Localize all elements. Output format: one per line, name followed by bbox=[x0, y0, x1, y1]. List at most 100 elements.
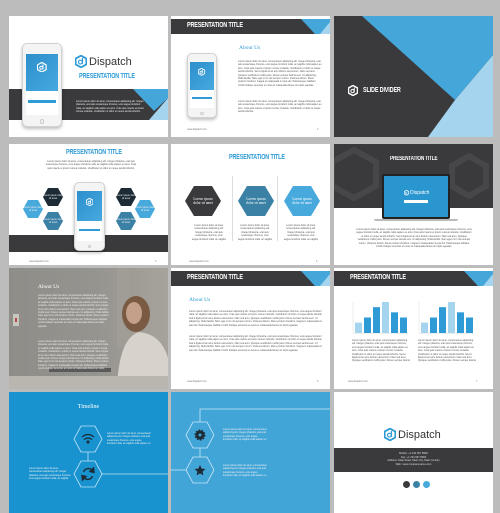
page-number: 6 bbox=[317, 380, 319, 383]
dispatch-logo-icon bbox=[37, 61, 47, 73]
color-dot-blue bbox=[423, 481, 430, 488]
laptop-base bbox=[374, 219, 458, 221]
page-number: 7 bbox=[476, 380, 478, 383]
bar bbox=[382, 302, 389, 333]
phone-login-area bbox=[77, 221, 102, 241]
bar bbox=[448, 302, 455, 333]
dispatch-logo-icon bbox=[198, 67, 206, 76]
bar bbox=[439, 307, 446, 333]
paragraph: Lorem ipsum dolor sit amet, consectetuer… bbox=[238, 100, 322, 114]
slide-header-title: PRESENTATION TITLE bbox=[350, 274, 406, 281]
slide-title[interactable]: Dispatch PRESENTATION TITLE Lorem ipsum … bbox=[9, 16, 168, 137]
header-accent bbox=[464, 271, 493, 286]
presentation-title: PRESENTATION TITLE bbox=[229, 154, 285, 161]
paragraph: Lorem ipsum dolor sit amet, consectetuer… bbox=[352, 339, 410, 363]
laptop-mockup: Dispatch bbox=[382, 174, 450, 219]
slide-timeline[interactable]: Timeline Lorem ipsum dolor sit amet, con… bbox=[9, 392, 168, 513]
hexagon: Lorem ipsum dolor sit amet bbox=[135, 200, 155, 218]
phone-login-area bbox=[26, 90, 58, 115]
color-dot-teal bbox=[413, 481, 420, 488]
hexagon: Lorem ipsum dolor sit amet bbox=[116, 188, 136, 206]
presentation-title: PRESENTATION TITLE bbox=[390, 156, 438, 162]
page-number: 4 bbox=[316, 260, 318, 263]
slide-about-phone[interactable]: PRESENTATION TITLE About Us Lorem ipsum … bbox=[171, 16, 330, 137]
screen-input-bar bbox=[404, 200, 428, 203]
gear-icon bbox=[194, 429, 206, 441]
timeline-graphic bbox=[73, 425, 168, 488]
slide-laptop[interactable]: PRESENTATION TITLE Dispatch Lorem ipsum … bbox=[334, 144, 493, 265]
phone-mockup bbox=[74, 182, 105, 251]
dispatch-logo-icon bbox=[348, 85, 358, 96]
divider-title: SLIDE DIVIDER bbox=[363, 87, 401, 94]
phone-login-button bbox=[78, 228, 101, 232]
bar-chart-left bbox=[352, 302, 408, 334]
bar-chart-right bbox=[418, 302, 474, 334]
bar bbox=[421, 322, 428, 333]
phone-login-button bbox=[27, 100, 57, 104]
presentation-title: PRESENTATION TITLE bbox=[79, 73, 135, 80]
presentation-title: PRESENTATION TITLE bbox=[66, 149, 122, 156]
about-us-heading: About Us bbox=[239, 45, 261, 51]
wifi-icon bbox=[81, 433, 95, 444]
dispatch-logo: Dispatch bbox=[75, 55, 132, 68]
dispatch-logo: Dispatch bbox=[384, 428, 441, 441]
bar bbox=[466, 317, 473, 333]
bar bbox=[373, 307, 380, 333]
slide-about-text[interactable]: PRESENTATION TITLE About Us Lorem ipsum … bbox=[171, 268, 330, 389]
hexagon: Lorem ipsum dolor sit amet bbox=[284, 186, 320, 216]
column-text: Lorem ipsum dolor sit amet, consectetuer… bbox=[284, 224, 318, 241]
timeline-text: Lorem ipsum dolor sit amet, consectetuer… bbox=[29, 467, 71, 481]
header-accent bbox=[301, 271, 330, 286]
brand-name: Dispatch bbox=[410, 190, 430, 196]
header-accent bbox=[301, 19, 330, 34]
phone-screen bbox=[26, 53, 58, 91]
phone-home-button bbox=[200, 111, 204, 116]
paragraph: Lorem ipsum dolor sit amet, consectetuer… bbox=[38, 340, 109, 370]
bar bbox=[400, 317, 407, 333]
timeline-text: Lorem ipsum dolor sit amet, consectetuer… bbox=[223, 428, 267, 442]
slide-phone-hexagons[interactable]: PRESENTATION TITLE Lorem ipsum dolor sit… bbox=[9, 144, 168, 265]
footer-url: www.dispatch.com bbox=[187, 380, 207, 383]
footer-url: www.dispatch.com bbox=[29, 260, 49, 263]
slide-charts[interactable]: PRESENTATION TITLE Lorem ipsum dolor sit… bbox=[334, 268, 493, 389]
hexagon: Lorem ipsum dolor sit amet bbox=[23, 200, 43, 218]
slide-header-title: PRESENTATION TITLE bbox=[187, 22, 243, 29]
footer-url: www.dispatch.com bbox=[187, 128, 207, 131]
phone-screen bbox=[190, 61, 214, 90]
star-icon bbox=[194, 465, 206, 476]
hexagon: Lorem ipsum dolor sit amet bbox=[43, 212, 63, 230]
bar bbox=[391, 312, 398, 333]
color-dot-dark bbox=[403, 481, 410, 488]
phone-login-button bbox=[191, 97, 213, 100]
timeline-text: Lorem ipsum dolor sit amet, consectetuer… bbox=[107, 432, 151, 446]
hexagon: Lorem ipsum dolor sit amet bbox=[238, 186, 274, 216]
footer-url: www.dispatch.com bbox=[348, 380, 368, 383]
slide-about-photo[interactable]: About Us Lorem ipsum dolor sit amet, con… bbox=[9, 268, 168, 389]
slide-header-title: PRESENTATION TITLE bbox=[187, 274, 243, 281]
timeline-graphic bbox=[171, 408, 330, 484]
divider bbox=[232, 176, 233, 241]
slide-timeline-continued[interactable]: Lorem ipsum dolor sit amet, consectetuer… bbox=[171, 392, 330, 513]
column-text: Lorem ipsum dolor sit amet, consectetuer… bbox=[192, 224, 226, 241]
hexagon: Lorem ipsum dolor sit amet bbox=[185, 186, 221, 216]
phone-mockup bbox=[187, 53, 217, 118]
bar bbox=[457, 312, 464, 333]
slide-three-columns[interactable]: PRESENTATION TITLE Lorem ipsum dolor sit… bbox=[171, 144, 330, 265]
laptop-screen: Dispatch bbox=[384, 176, 448, 217]
divider bbox=[277, 176, 278, 241]
bar bbox=[364, 317, 371, 333]
paragraph: Lorem ipsum dolor sit amet, consectetuer… bbox=[189, 310, 323, 327]
divider-title-group: SLIDE DIVIDER bbox=[348, 85, 411, 96]
footer-url: www.dispatch.com bbox=[189, 260, 209, 263]
intro-text: Lorem ipsum dolor sit amet, consectetuer… bbox=[76, 100, 145, 112]
about-us-heading: About Us bbox=[189, 297, 211, 303]
dispatch-logo-icon bbox=[85, 197, 94, 206]
paragraph: Lorem ipsum dolor sit amet, consectetuer… bbox=[418, 339, 476, 363]
paragraph: Lorem ipsum dolor sit amet, consectetuer… bbox=[238, 60, 322, 87]
page-number: 2 bbox=[317, 128, 319, 131]
timeline-text: Lorem ipsum dolor sit amet, consectetuer… bbox=[223, 464, 267, 478]
slide-divider[interactable]: SLIDE DIVIDER bbox=[334, 16, 493, 137]
hexagon: Lorem ipsum dolor sit amet bbox=[116, 212, 136, 230]
contact-band: Mobile: +1 234 567 8900 Fax: +1 234 567 … bbox=[334, 448, 493, 472]
slide-contact[interactable]: Dispatch Mobile: +1 234 567 8900 Fax: +1… bbox=[334, 392, 493, 513]
